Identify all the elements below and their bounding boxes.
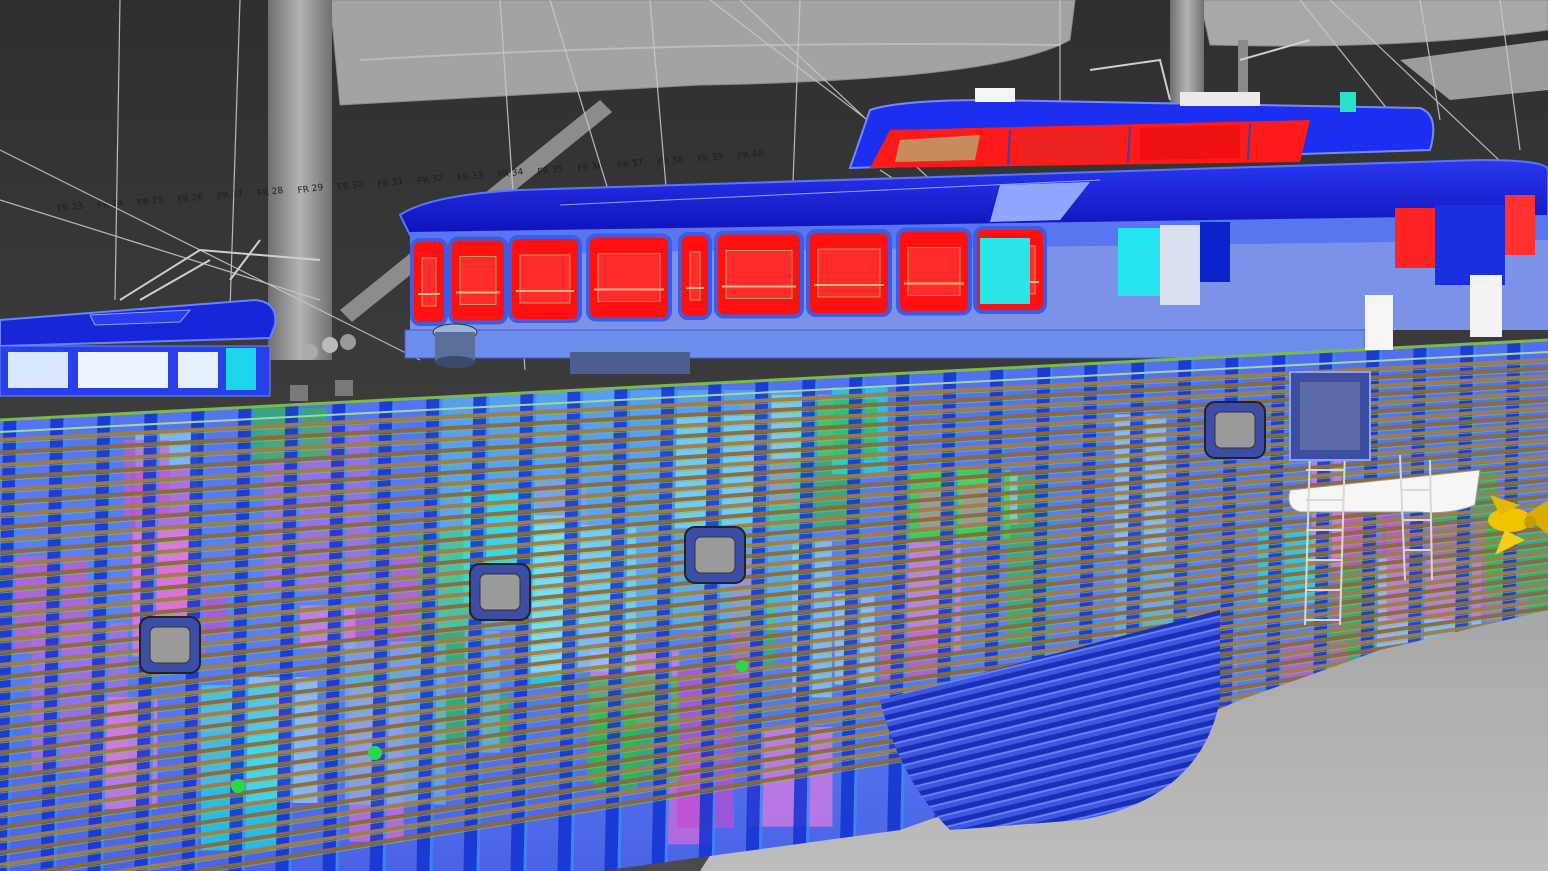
ship-model-render: FR 23 FR 24 FR 25 FR 26 FR 27 FR 28 FR 29 FR 30… xyxy=(0,0,1548,871)
3d-model-viewport[interactable]: FR 23 FR 24 FR 25 FR 26 FR 27 FR 28 FR 29 FR 30… xyxy=(0,0,1548,871)
main-mast xyxy=(268,0,332,360)
deckhouse-window-row xyxy=(410,226,1047,326)
